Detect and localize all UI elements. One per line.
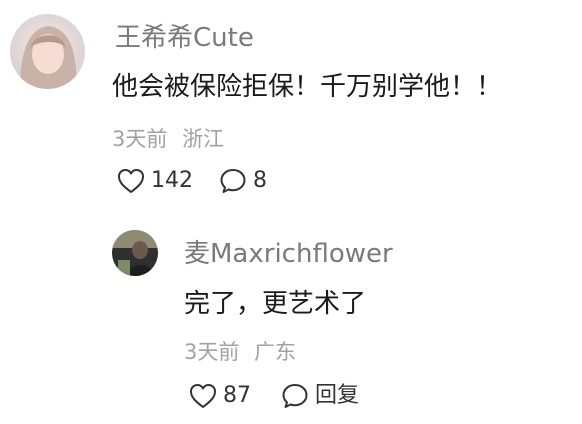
comment-time: 3天前 xyxy=(112,127,168,151)
reply-count-button[interactable]: 8 xyxy=(219,168,267,194)
speech-bubble-outline-icon xyxy=(220,169,246,193)
comment-location: 浙江 xyxy=(182,127,225,151)
avatar[interactable] xyxy=(10,14,85,89)
reply-count: 8 xyxy=(253,168,267,193)
comment-meta: 3天前 浙江 xyxy=(112,123,224,153)
reply-location: 广东 xyxy=(254,340,297,364)
reply-label: 回复 xyxy=(315,383,360,408)
speech-bubble-outline-icon xyxy=(282,384,308,408)
reply-author[interactable]: 麦Maxrichflower xyxy=(184,233,393,270)
like-count: 142 xyxy=(151,168,193,193)
reply-time: 3天前 xyxy=(184,340,240,364)
like-count: 87 xyxy=(223,383,251,408)
reply-text: 完了，更艺术了 xyxy=(184,289,367,319)
comment-text: 他会被保险拒保！千万别学他！！ xyxy=(112,72,503,102)
like-button[interactable]: 142 xyxy=(117,168,193,194)
reply-button[interactable]: 回复 xyxy=(281,383,359,409)
avatar-icon xyxy=(10,14,85,89)
avatar[interactable] xyxy=(112,230,158,276)
reply-meta: 3天前 广东 xyxy=(184,336,296,366)
comment-author[interactable]: 王希希Cute xyxy=(115,17,254,54)
heart-outline-icon xyxy=(118,169,144,193)
avatar-icon xyxy=(112,230,158,276)
like-button[interactable]: 87 xyxy=(189,383,251,409)
heart-outline-icon xyxy=(190,384,216,408)
